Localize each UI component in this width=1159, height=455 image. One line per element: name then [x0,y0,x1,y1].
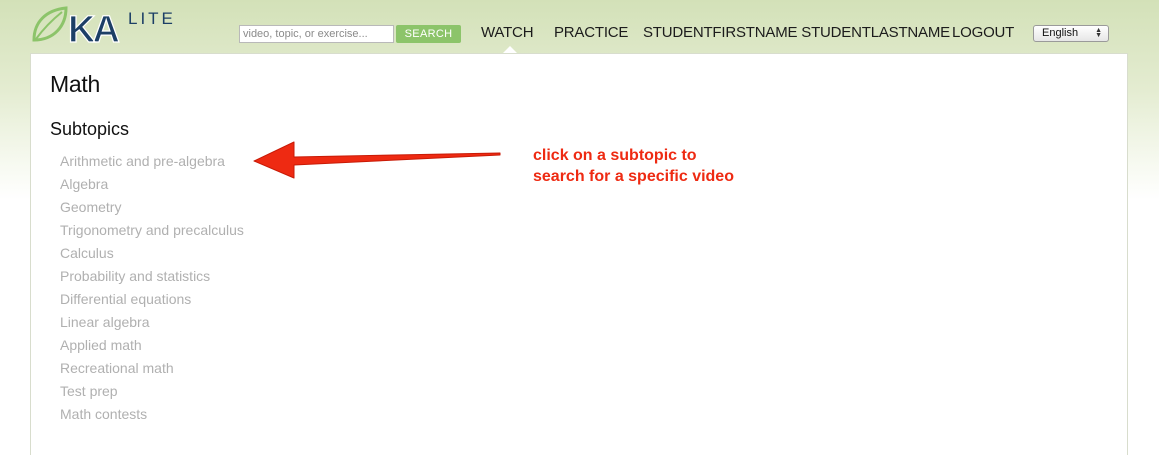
subtopic-link[interactable]: Differential equations [60,290,244,313]
subtopic-list: Arithmetic and pre-algebra Algebra Geome… [60,152,244,428]
search-input[interactable] [239,25,394,43]
search-button[interactable]: SEARCH [396,25,461,43]
subtopic-link[interactable]: Probability and statistics [60,267,244,290]
subtopic-link[interactable]: Algebra [60,175,244,198]
subtopic-link[interactable]: Trigonometry and precalculus [60,221,244,244]
annotation-line-1: click on a subtopic to [533,147,697,164]
subtopic-link[interactable]: Recreational math [60,359,244,382]
language-selected: English [1042,27,1079,39]
nav-logout[interactable]: LOGOUT [952,24,1014,41]
subtopics-heading: Subtopics [50,119,130,139]
subtopic-link[interactable]: Math contests [60,405,244,428]
subtopic-link[interactable]: Arithmetic and pre-algebra [60,152,244,175]
logo-suffix: LITE [128,9,176,28]
annotation-arrow-icon [253,141,501,179]
nav-user-name[interactable]: STUDENTFIRSTNAME STUDENTLASTNAME [643,24,950,41]
page-title: Math [50,71,100,97]
ka-lite-logo[interactable]: KA LITE [30,4,190,46]
subtopic-link[interactable]: Linear algebra [60,313,244,336]
select-arrows-icon: ▲ ▼ [1095,27,1102,39]
subtopic-link[interactable]: Applied math [60,336,244,359]
annotation-callout: click on a subtopic to search for a spec… [533,145,793,187]
subtopic-link[interactable]: Test prep [60,382,244,405]
annotation-line-2: search for a specific video [533,168,734,185]
subtopic-link[interactable]: Calculus [60,244,244,267]
logo-brand: KA [68,9,119,46]
subtopic-link[interactable]: Geometry [60,198,244,221]
nav-practice[interactable]: PRACTICE [554,24,628,41]
language-select[interactable]: English ▲ ▼ [1033,25,1109,42]
nav-watch[interactable]: WATCH [481,24,534,41]
active-nav-caret [503,46,517,53]
